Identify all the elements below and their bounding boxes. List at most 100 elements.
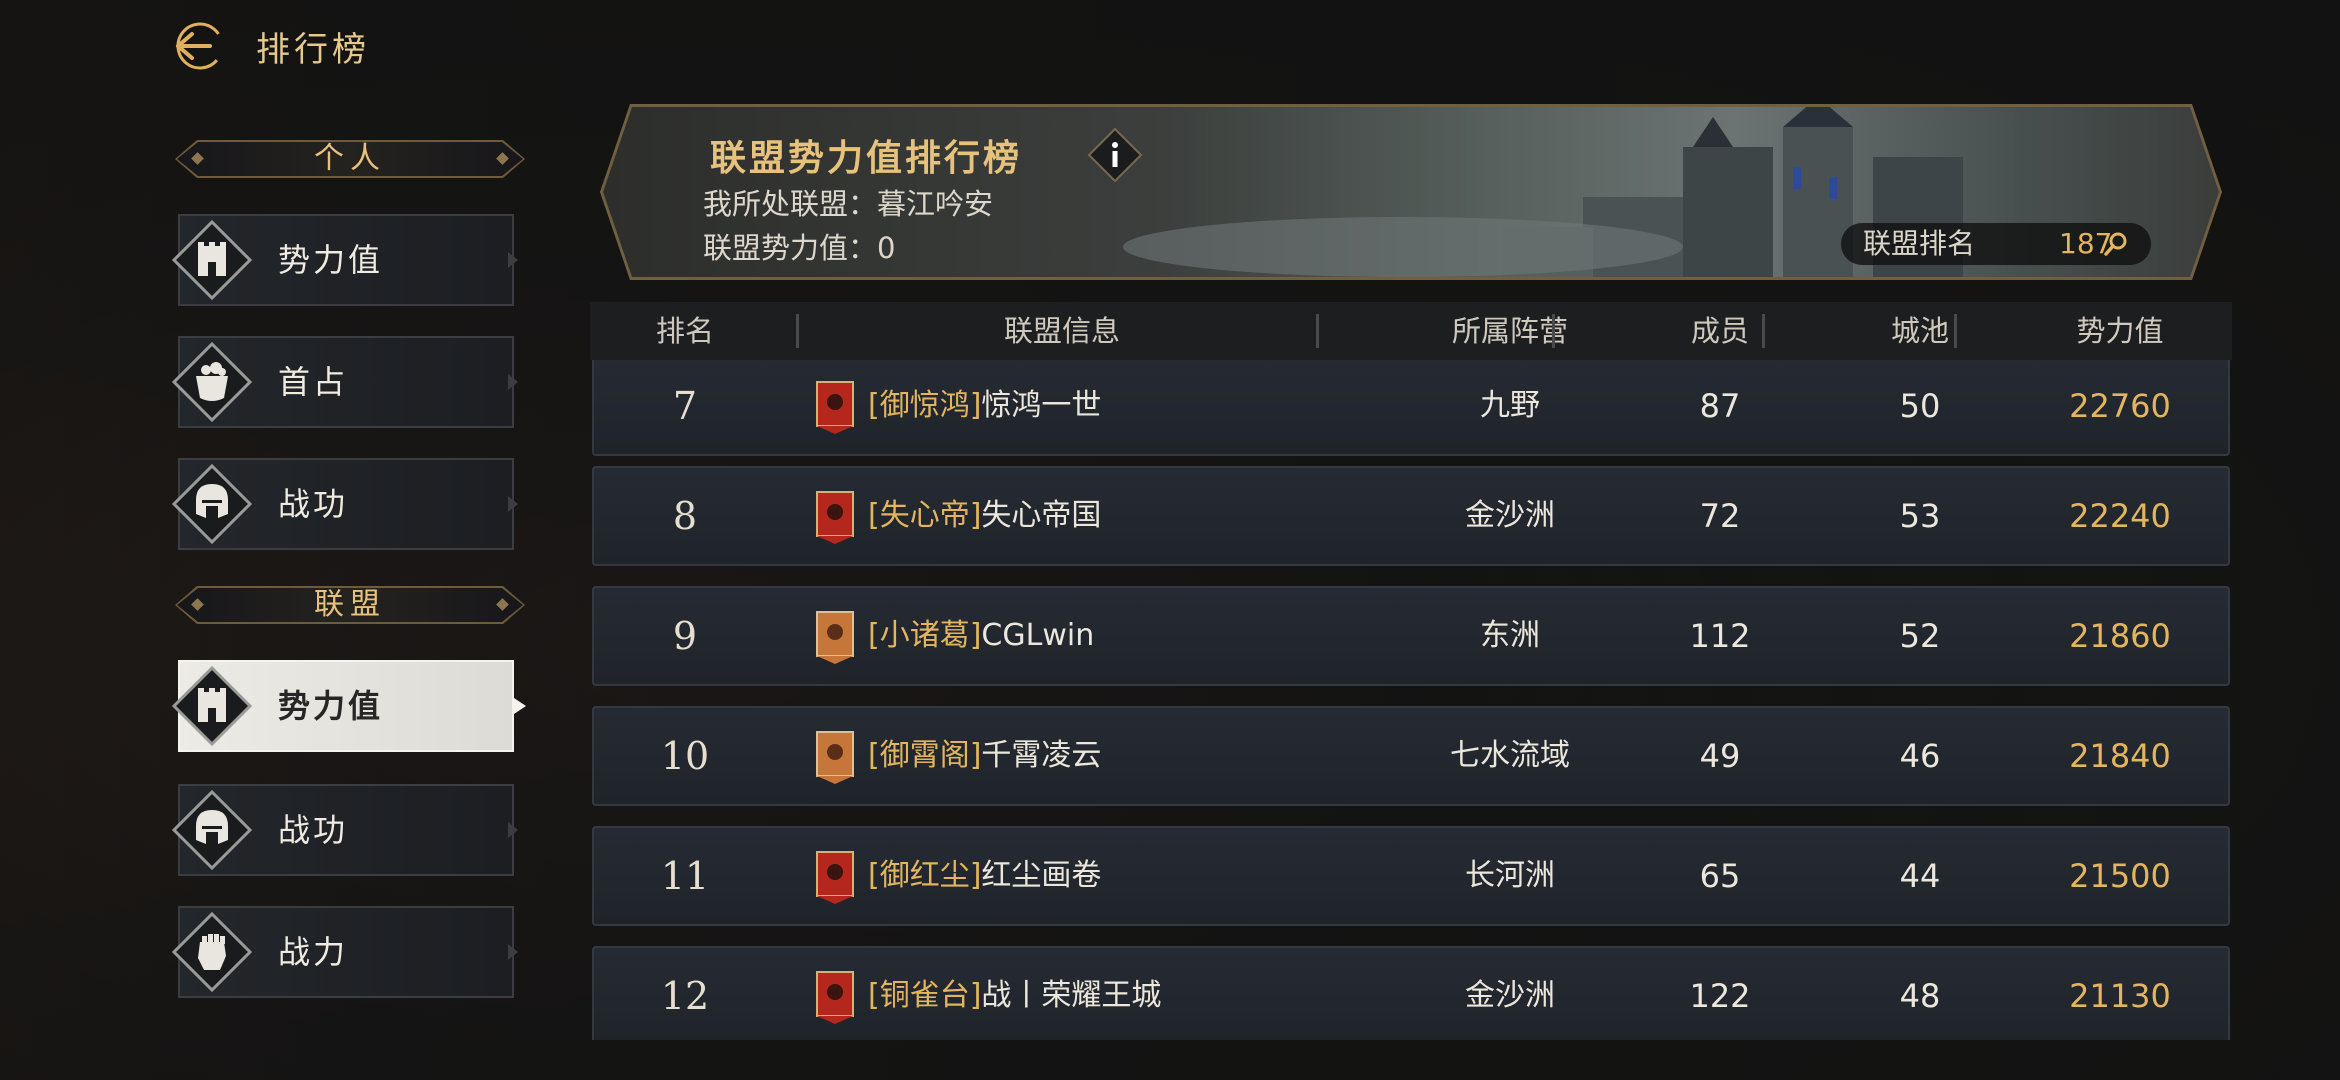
table-row[interactable]: 7 [御惊鸿]惊鸿一世 九野 87 50 22760: [590, 360, 2232, 460]
members-cell: 65: [1699, 857, 1741, 895]
column-divider: [796, 314, 799, 348]
rank-cell: 7: [672, 384, 698, 428]
power-cell: 21860: [2069, 617, 2171, 655]
alliance-name: 战丨荣耀王城: [981, 978, 1162, 1013]
members-cell: 122: [1689, 977, 1751, 1015]
alliance-info-cell: [铜雀台]战丨荣耀王城: [868, 946, 1161, 1040]
power-cell: 21840: [2069, 737, 2171, 775]
cities-cell: 48: [1899, 977, 1941, 1015]
sidebar-item-label: 战功: [278, 811, 349, 849]
sidebar-item-first-capture[interactable]: 首占: [171, 336, 518, 428]
members-cell: 72: [1699, 497, 1741, 535]
members-cell: 87: [1699, 387, 1741, 425]
column-header-members: 成员: [1690, 314, 1749, 348]
table-row[interactable]: 12 [铜雀台]战丨荣耀王城 金沙洲 122 48 21130: [590, 946, 2232, 1040]
alliance-flag-icon: [816, 491, 854, 544]
alliance-tag: [御红尘]: [868, 858, 982, 893]
rank-cell: 8: [672, 494, 698, 538]
my-alliance-value: 暮江吟安: [877, 187, 994, 221]
column-header-power: 势力值: [2076, 314, 2164, 348]
treasure-pot-icon: [171, 341, 253, 423]
column-header-alliance: 联盟信息: [1003, 314, 1120, 348]
page-title: 排行榜: [256, 30, 370, 70]
back-button[interactable]: [170, 18, 226, 74]
alliance-flag-icon: [816, 381, 854, 434]
helmet-icon: [171, 789, 253, 871]
alliance-tag: [失心帝]: [868, 498, 982, 533]
alliance-power-value: 0: [877, 231, 896, 265]
table-row[interactable]: 8 [失心帝]失心帝国 金沙洲 72 53 22240: [590, 466, 2232, 570]
sidebar-item-personal-merit[interactable]: 战功: [171, 458, 518, 550]
members-cell: 112: [1689, 617, 1751, 655]
column-header-cities: 城池: [1890, 314, 1949, 348]
alliance-info-cell: [御霄阁]千霄凌云: [868, 706, 1101, 806]
castle-icon: [171, 219, 253, 301]
section-label: 个人: [314, 141, 386, 176]
info-button[interactable]: [1087, 127, 1143, 183]
alliance-flag-icon: [816, 611, 854, 664]
my-alliance-label: 我所处联盟：: [703, 187, 878, 221]
section-header-personal: 个人: [175, 136, 525, 182]
alliance-info-cell: [御惊鸿]惊鸿一世: [868, 360, 1101, 456]
alliance-info-cell: [失心帝]失心帝国: [868, 466, 1101, 566]
column-header-rank: 排名: [655, 314, 714, 348]
cities-cell: 46: [1899, 737, 1941, 775]
ranking-list[interactable]: 7 [御惊鸿]惊鸿一世 九野 87 50 22760 8 [失心帝]失心帝国 金…: [590, 360, 2232, 1040]
alliance-info-cell: [御红尘]红尘画卷: [868, 826, 1101, 926]
sidebar-item-alliance-combat[interactable]: 战力: [171, 906, 518, 998]
back-arrow-icon: [176, 22, 224, 70]
sidebar-item-label: 战力: [278, 933, 349, 971]
table-row[interactable]: 11 [御红尘]红尘画卷 长河洲 65 44 21500: [590, 826, 2232, 930]
power-cell: 21500: [2069, 857, 2171, 895]
table-row[interactable]: 10 [御霄阁]千霄凌云 七水流域 49 46 21840: [590, 706, 2232, 810]
rank-cell: 12: [660, 974, 710, 1018]
rank-cell: 9: [672, 614, 698, 658]
sidebar-item-label: 势力值: [278, 687, 384, 725]
alliance-tag: [铜雀台]: [868, 978, 982, 1013]
power-cell: 21130: [2069, 977, 2171, 1015]
alliance-name: 千霄凌云: [981, 738, 1102, 773]
alliance-flag-icon: [816, 731, 854, 784]
alliance-rank-label: 联盟排名: [1863, 227, 1976, 260]
members-cell: 49: [1699, 737, 1741, 775]
alliance-power-line: 联盟势力值：0: [703, 225, 895, 267]
cities-cell: 52: [1899, 617, 1941, 655]
alliance-name: CGLwin: [981, 618, 1095, 653]
sidebar-item-personal-power[interactable]: 势力值: [171, 214, 518, 306]
my-alliance-line: 我所处联盟：暮江吟安: [703, 181, 993, 223]
section-header-alliance: 联盟: [175, 582, 525, 628]
alliance-flag-icon: [816, 971, 854, 1024]
alliance-power-label: 联盟势力值：: [703, 231, 878, 265]
alliance-name: 惊鸿一世: [981, 388, 1102, 423]
magnifier-icon: [2103, 231, 2129, 257]
alliance-tag: [小诸葛]: [868, 618, 982, 653]
alliance-flag-icon: [816, 851, 854, 904]
sidebar-item-alliance-merit[interactable]: 战功: [171, 784, 518, 876]
helmet-icon: [171, 463, 253, 545]
power-cell: 22760: [2069, 387, 2171, 425]
rank-cell: 10: [660, 734, 710, 778]
alliance-name: 失心帝国: [981, 498, 1102, 533]
sidebar-item-label: 首占: [278, 363, 349, 401]
column-divider: [1762, 314, 1765, 348]
column-divider: [1316, 314, 1319, 348]
banner-title: 联盟势力值排行榜: [710, 138, 1023, 179]
alliance-rank-pill[interactable]: 联盟排名 187: [1841, 223, 2151, 265]
cities-cell: 50: [1899, 387, 1941, 425]
power-cell: 22240: [2069, 497, 2171, 535]
sidebar-item-label: 势力值: [278, 241, 384, 279]
alliance-info-cell: [小诸葛]CGLwin: [868, 586, 1094, 686]
cities-cell: 44: [1899, 857, 1941, 895]
alliance-name: 红尘画卷: [981, 858, 1102, 893]
info-icon: [1087, 127, 1143, 183]
column-divider: [1552, 314, 1555, 348]
sidebar-item-alliance-power[interactable]: 势力值: [171, 660, 526, 752]
castle-icon: [171, 665, 253, 747]
alliance-tag: [御惊鸿]: [868, 388, 982, 423]
section-label: 联盟: [314, 587, 386, 622]
cities-cell: 53: [1899, 497, 1941, 535]
fist-icon: [171, 911, 253, 993]
ranking-banner: 联盟势力值排行榜 我所处联盟：暮江吟安 联盟势力值：0 联盟排名 187: [600, 104, 2222, 280]
table-row[interactable]: 9 [小诸葛]CGLwin 东洲 112 52 21860: [590, 586, 2232, 690]
column-divider: [1954, 314, 1957, 348]
